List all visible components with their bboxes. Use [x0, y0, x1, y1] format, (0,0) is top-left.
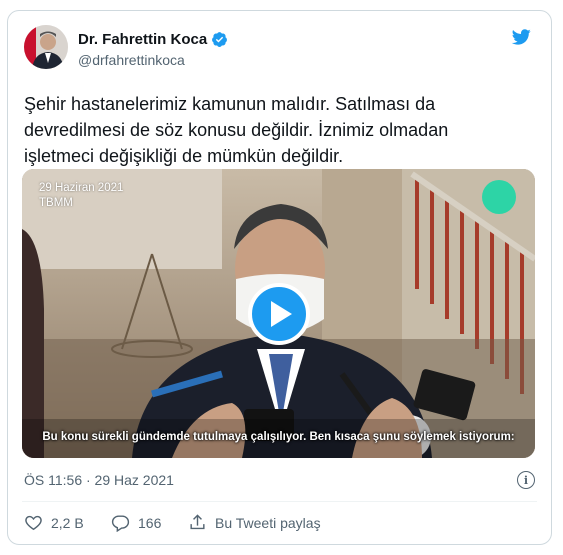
heart-icon: [25, 515, 42, 531]
video-subtitle: Bu konu sürekli gündemde tutulmaya çalış…: [42, 431, 515, 443]
reply-count: 166: [138, 514, 162, 531]
reply-icon: [111, 515, 130, 532]
tweet-timestamp[interactable]: ÖS 11:56 · 29 Haz 2021: [24, 472, 174, 488]
video-player[interactable]: 29 Haziran 2021 TBMM Bu konu sürekli gün…: [22, 169, 535, 458]
info-icon[interactable]: i: [517, 471, 535, 489]
tweet-card: Dr. Fahrettin Koca @drfahrettinkoca Şehi…: [7, 10, 552, 545]
divider: [22, 501, 537, 502]
reply-button[interactable]: 166: [111, 513, 161, 532]
share-button[interactable]: Bu Tweeti paylaş: [188, 513, 321, 532]
author-handle[interactable]: @drfahrettinkoca: [78, 52, 185, 68]
video-location: TBMM: [39, 197, 73, 209]
play-button[interactable]: [248, 283, 310, 345]
share-icon: [190, 514, 205, 530]
like-count: 2,2 B: [51, 514, 84, 531]
avatar-image: [24, 25, 68, 69]
video-date-overlay: 29 Haziran 2021 TBMM: [39, 181, 123, 211]
verified-badge-icon: [211, 31, 228, 48]
play-icon: [271, 301, 292, 327]
share-label: Bu Tweeti paylaş: [215, 514, 321, 531]
like-button[interactable]: 2,2 B: [24, 513, 84, 532]
video-logo-icon: [482, 180, 516, 214]
twitter-bird-icon[interactable]: [509, 27, 533, 47]
tweet-text: Şehir hastanelerimiz kamunun malıdır. Sa…: [24, 94, 449, 166]
author-row: Dr. Fahrettin Koca: [78, 31, 228, 48]
author-name[interactable]: Dr. Fahrettin Koca: [78, 31, 207, 48]
avatar[interactable]: [24, 25, 68, 69]
video-date: 29 Haziran 2021: [39, 182, 124, 194]
